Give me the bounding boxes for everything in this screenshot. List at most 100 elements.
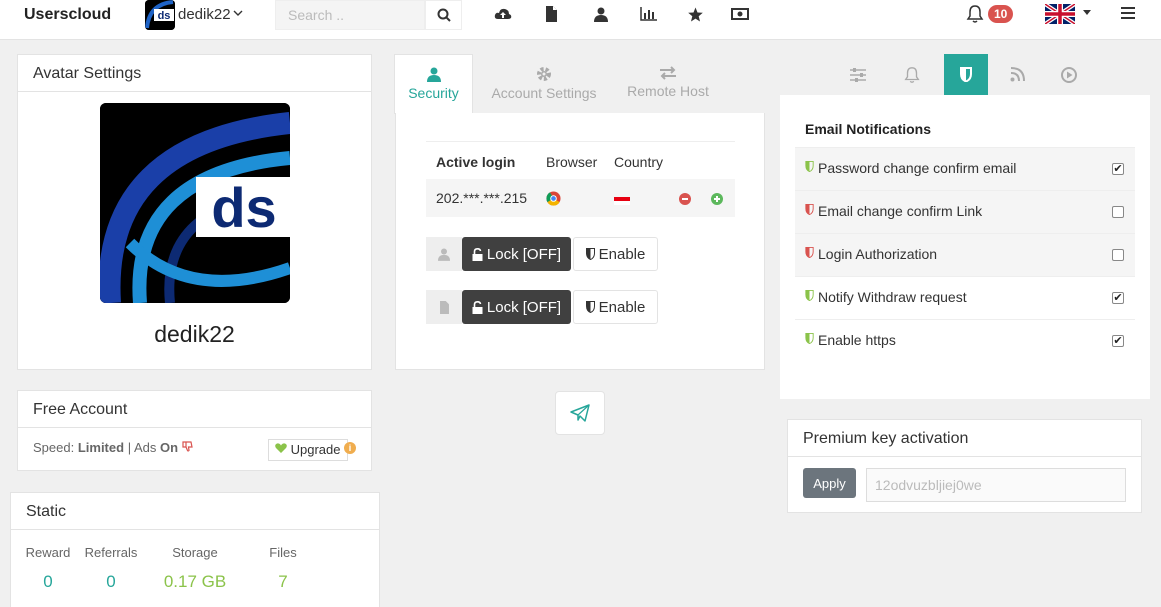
stat-label: Files bbox=[269, 545, 297, 560]
heart-icon bbox=[275, 443, 287, 453]
add-icon[interactable] bbox=[711, 192, 723, 208]
notification-badge[interactable]: 10 bbox=[988, 5, 1014, 23]
money-icon[interactable] bbox=[730, 4, 750, 24]
stat-referrals: Referrals 0 bbox=[83, 545, 139, 592]
checkbox[interactable]: ✔ bbox=[1112, 163, 1124, 175]
bar-chart-icon[interactable] bbox=[639, 4, 659, 24]
lock-toggle-button[interactable]: Lock [OFF] bbox=[462, 290, 571, 324]
stat-value: 0 bbox=[43, 572, 53, 591]
email-option-label: Enable https bbox=[818, 332, 896, 348]
unlock-icon bbox=[472, 300, 483, 314]
panel-title: Premium key activation bbox=[788, 420, 1141, 457]
file-icon bbox=[426, 290, 462, 324]
login-lock-row: Lock [OFF] Enable bbox=[426, 237, 666, 271]
svg-text:ds: ds bbox=[158, 10, 171, 22]
checkbox[interactable]: ✔ bbox=[1112, 335, 1124, 347]
caret-down-icon[interactable] bbox=[1083, 8, 1091, 19]
enable-button[interactable]: Enable bbox=[573, 290, 658, 324]
user-menu-name[interactable]: dedik22 bbox=[178, 6, 231, 23]
email-option-label: Email change confirm Link bbox=[818, 203, 983, 219]
email-option-row: Notify Withdraw request ✔ bbox=[795, 276, 1135, 319]
search-icon bbox=[437, 8, 451, 22]
free-account-panel: Free Account Speed: Limited | Ads On Upg… bbox=[17, 390, 372, 471]
column-header: Active login bbox=[436, 154, 516, 170]
shield-icon bbox=[805, 204, 814, 215]
menu-icon[interactable] bbox=[1121, 6, 1135, 23]
user-icon bbox=[426, 237, 462, 271]
stat-files: Files 7 bbox=[263, 545, 303, 592]
email-option-label: Login Authorization bbox=[818, 246, 938, 262]
tab-remote-host[interactable]: Remote Host bbox=[618, 54, 718, 114]
panel-title: Free Account bbox=[18, 391, 371, 428]
search-input[interactable]: Search .. bbox=[275, 0, 425, 30]
avatar-settings-panel: Avatar Settings ds dedik22 bbox=[17, 54, 372, 370]
user-avatar-small[interactable]: ds bbox=[145, 0, 175, 30]
checkbox[interactable]: ✔ bbox=[1112, 292, 1124, 304]
avatar[interactable]: ds bbox=[100, 103, 290, 303]
email-option-row: Enable https ✔ bbox=[795, 319, 1135, 362]
cloud-upload-icon[interactable] bbox=[493, 4, 513, 24]
avatar-logo-icon: ds bbox=[145, 0, 175, 30]
tab-security[interactable]: Security bbox=[394, 54, 473, 114]
send-button[interactable] bbox=[555, 391, 605, 435]
tab-settings[interactable] bbox=[836, 54, 880, 95]
paper-plane-icon bbox=[570, 404, 590, 422]
avatar-text: ds bbox=[211, 176, 276, 239]
top-navbar: Userscloud ds dedik22 Search .. 10 bbox=[0, 0, 1161, 40]
tab-rss[interactable] bbox=[995, 54, 1039, 95]
tab-play[interactable] bbox=[1047, 54, 1091, 95]
ads-value: On bbox=[160, 440, 179, 455]
stat-value: 0.17 GB bbox=[163, 572, 227, 591]
file-icon[interactable] bbox=[541, 4, 561, 24]
stat-value: 0 bbox=[106, 572, 116, 591]
shield-icon bbox=[805, 161, 814, 172]
premium-key-panel: Premium key activation Apply 12odvuzblji… bbox=[787, 419, 1142, 513]
search-button[interactable] bbox=[425, 0, 462, 30]
email-option-label: Password change confirm email bbox=[818, 160, 1017, 176]
table-header: Active login Browser Country bbox=[426, 141, 735, 179]
checkbox[interactable] bbox=[1112, 206, 1124, 218]
chevron-down-icon[interactable] bbox=[233, 8, 243, 20]
exchange-icon bbox=[618, 66, 718, 83]
tab-account-settings[interactable]: Account Settings bbox=[480, 54, 608, 114]
stat-value: 7 bbox=[278, 572, 288, 591]
static-panel: Static Reward 0 Referrals 0 Storage 0.17… bbox=[10, 492, 380, 607]
email-option-row: Login Authorization bbox=[795, 233, 1135, 276]
enable-button[interactable]: Enable bbox=[573, 237, 658, 271]
separator: | bbox=[127, 440, 132, 455]
tab-label: Security bbox=[408, 85, 459, 101]
premium-key-input[interactable]: 12odvuzbljiej0we bbox=[866, 468, 1126, 502]
lock-toggle-button[interactable]: Lock [OFF] bbox=[462, 237, 571, 271]
info-icon[interactable]: i bbox=[344, 442, 356, 454]
column-header: Browser bbox=[546, 154, 598, 170]
bell-icon[interactable] bbox=[966, 4, 984, 27]
remove-icon[interactable] bbox=[679, 192, 691, 208]
brand-logo[interactable]: Userscloud bbox=[24, 6, 111, 24]
shield-icon bbox=[585, 301, 595, 313]
stat-label: Reward bbox=[25, 545, 71, 560]
apply-button[interactable]: Apply bbox=[803, 468, 856, 498]
table-row: 202.***.***.215 bbox=[426, 179, 735, 217]
tab-notifications[interactable] bbox=[890, 54, 934, 95]
tab-security-shield[interactable] bbox=[944, 54, 988, 95]
unlock-icon bbox=[472, 247, 483, 261]
speed-label: Speed: bbox=[33, 440, 75, 455]
uk-flag-icon[interactable] bbox=[1043, 2, 1077, 26]
file-lock-row: Lock [OFF] Enable bbox=[426, 290, 666, 324]
shield-icon bbox=[960, 67, 972, 82]
rss-icon bbox=[1010, 67, 1025, 82]
star-icon[interactable] bbox=[685, 4, 705, 24]
active-login-table: Active login Browser Country 202.***.***… bbox=[426, 141, 735, 217]
lock-label: Lock [OFF] bbox=[486, 298, 562, 316]
shield-icon bbox=[805, 247, 814, 258]
stat-label: Referrals bbox=[84, 545, 138, 560]
upgrade-button[interactable]: Upgrade bbox=[268, 439, 348, 461]
user-icon bbox=[395, 67, 472, 85]
checkbox[interactable] bbox=[1112, 249, 1124, 261]
user-icon[interactable] bbox=[591, 4, 611, 24]
play-circle-icon bbox=[1061, 66, 1077, 83]
chrome-icon bbox=[546, 191, 561, 209]
panel-title: Static bbox=[11, 493, 379, 530]
shield-icon bbox=[805, 333, 814, 344]
lock-label: Lock [OFF] bbox=[486, 245, 562, 263]
